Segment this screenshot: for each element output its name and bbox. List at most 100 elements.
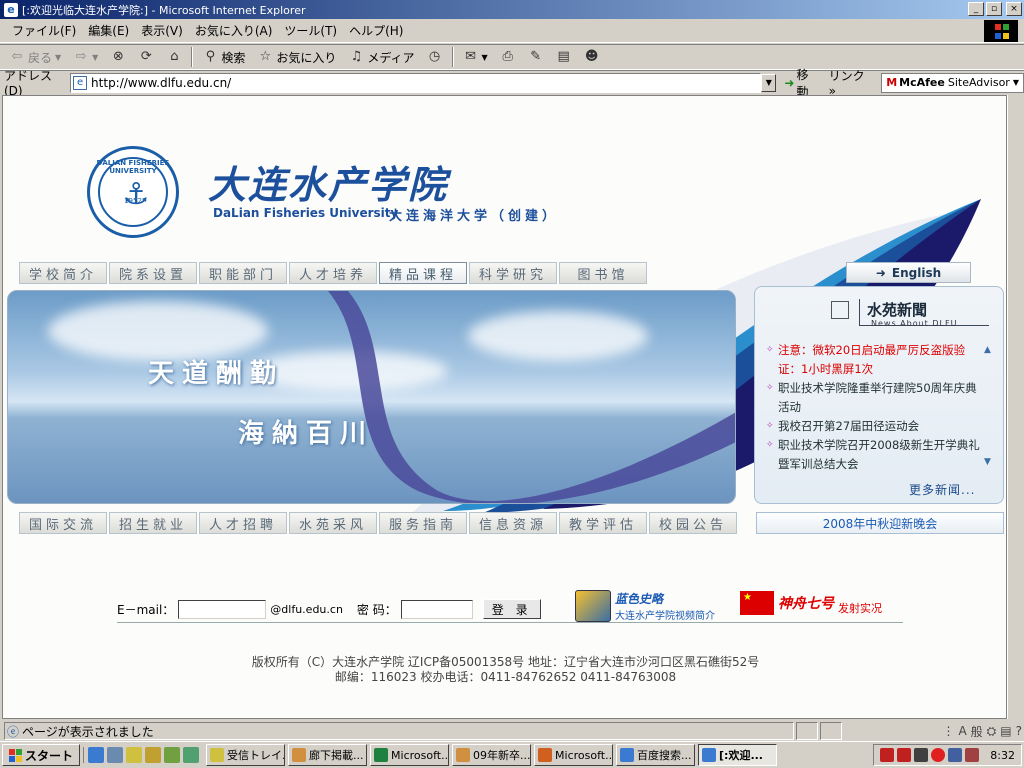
task-excel[interactable]: Microsoft... — [370, 744, 450, 766]
app-quicklaunch-icon[interactable] — [183, 747, 200, 763]
task-powerpoint[interactable]: Microsoft... — [534, 744, 614, 766]
messenger-button[interactable]: ☻ — [581, 49, 603, 65]
tray-app-icon[interactable] — [880, 748, 895, 762]
login-button[interactable]: 登 录 — [482, 599, 541, 619]
edit-icon: ✎ — [530, 49, 542, 64]
scroll-up-icon[interactable]: ▲ — [984, 345, 991, 355]
menu-tools[interactable]: ツール(T) — [278, 22, 343, 39]
favorites-button[interactable]: ☆ お気に入り — [254, 49, 339, 66]
task-new-graduates[interactable]: 09年新卒... — [452, 744, 532, 766]
mcafee-tray-icon[interactable] — [897, 748, 912, 762]
scroll-down-icon[interactable]: ▼ — [984, 457, 991, 467]
nav-campus-gallery[interactable]: 水苑采风 — [289, 512, 377, 534]
history-button[interactable]: ◷ — [424, 49, 446, 65]
minimize-button[interactable]: _ — [968, 2, 984, 16]
search-icon: ⚲ — [205, 49, 216, 64]
nav-announcements[interactable]: 校园公告 — [649, 512, 737, 534]
stop-button[interactable]: ⊗ — [107, 49, 129, 65]
desktop-quicklaunch-icon[interactable] — [126, 747, 143, 763]
app-quicklaunch-icon[interactable] — [145, 747, 162, 763]
address-label: アドレス(D) — [4, 69, 53, 98]
video-intro-link[interactable]: 蓝色史略 大连水产学院视频简介 — [575, 590, 715, 622]
nav-info-resources[interactable]: 信息资源 — [469, 512, 557, 534]
nav-teaching-eval[interactable]: 教学评估 — [559, 512, 647, 534]
folder-icon — [456, 748, 471, 762]
mail-button[interactable]: ✉ ▼ — [460, 49, 491, 65]
tray-app-icon[interactable] — [914, 748, 929, 762]
task-dlfu[interactable]: [:欢迎... — [698, 744, 778, 766]
media-button[interactable]: ♫ メディア — [345, 49, 417, 66]
tray-app-icon[interactable] — [965, 748, 980, 762]
mcafee-siteadvisor-button[interactable]: M McAfee SiteAdvisor ▼ — [881, 72, 1024, 93]
menu-view[interactable]: 表示(V) — [135, 22, 189, 39]
email-input[interactable] — [178, 599, 267, 619]
vertical-scrollbar[interactable] — [1007, 95, 1024, 719]
ie-quicklaunch-icon[interactable] — [88, 747, 105, 763]
edit-button[interactable]: ✎ — [525, 49, 547, 65]
nav-quality-courses[interactable]: 精品课程 — [379, 262, 467, 284]
news-item[interactable]: 我校召开第27届田径运动会 — [766, 417, 985, 436]
nav-library[interactable]: 图书馆 — [559, 262, 647, 284]
go-arrow-icon: ➜ — [784, 75, 795, 90]
address-input[interactable]: e http://www.dlfu.edu.cn/ — [70, 72, 762, 93]
cloud-decoration — [48, 301, 268, 361]
close-button[interactable]: × — [1006, 2, 1022, 16]
page-icon: e — [73, 75, 88, 90]
english-button[interactable]: ➜ English — [846, 262, 971, 283]
outlook-quicklaunch-icon[interactable] — [107, 747, 124, 763]
nav-international[interactable]: 国际交流 — [19, 512, 107, 534]
forward-button[interactable]: ⇨ ▼ — [70, 49, 101, 65]
launch-caption: 发射实况 — [838, 602, 882, 615]
task-label: 09年新卒... — [473, 749, 531, 762]
mid-autumn-gala-link[interactable]: 2008年中秋迎新晚会 — [756, 512, 1004, 534]
menu-favorites[interactable]: お気に入り(A) — [189, 22, 279, 39]
news-item[interactable]: 职业技术学院隆重举行建院50周年庆典活动 — [766, 379, 985, 417]
maximize-button[interactable]: ▫ — [986, 2, 1002, 16]
windows-flag-icon — [9, 748, 22, 762]
volume-icon[interactable] — [948, 748, 963, 762]
home-button[interactable]: ⌂ — [163, 49, 185, 65]
task-inbox[interactable]: 受信トレイ... — [206, 744, 286, 766]
window-title-bar[interactable]: e [:欢迎光临大连水产学院:] - Microsoft Internet Ex… — [0, 0, 1024, 19]
news-item[interactable]: 职业技术学院召开2008级新生开学典礼暨军训总结大会 — [766, 436, 985, 474]
discuss-button[interactable]: ▤ — [553, 49, 575, 65]
menu-help[interactable]: ヘルプ(H) — [343, 22, 409, 39]
ie-icon — [620, 748, 635, 762]
more-news-link[interactable]: 更多新闻... — [909, 481, 975, 498]
menu-edit[interactable]: 編集(E) — [82, 22, 135, 39]
app-quicklaunch-icon[interactable] — [164, 747, 181, 763]
print-button[interactable]: ⎙ — [497, 49, 519, 65]
login-divider — [117, 622, 903, 623]
window-title: [:欢迎光临大连水产学院:] - Microsoft Internet Expl… — [22, 3, 306, 17]
nav-service-guide[interactable]: 服务指南 — [379, 512, 467, 534]
start-button[interactable]: スタート — [2, 744, 81, 766]
nav-admin-offices[interactable]: 职能部门 — [199, 262, 287, 284]
nav-recruitment[interactable]: 人才招聘 — [199, 512, 287, 534]
nav-departments[interactable]: 院系设置 — [109, 262, 197, 284]
clock[interactable]: 8:32 — [990, 749, 1015, 762]
menu-file[interactable]: ファイル(F) — [6, 22, 82, 39]
tray-app-icon[interactable] — [931, 748, 946, 762]
links-button[interactable]: リンク » — [829, 67, 874, 98]
web-page: DALIAN FISHERIES UNIVERSITY ⚓ 1952 大连水产学… — [2, 95, 1007, 719]
refresh-button[interactable]: ⟳ — [135, 49, 157, 65]
chevron-down-icon: ▼ — [481, 52, 488, 62]
search-button[interactable]: ⚲ 検索 — [199, 49, 248, 66]
task-label: [:欢迎... — [719, 749, 763, 762]
nav-school-intro[interactable]: 学校简介 — [19, 262, 107, 284]
home-icon: ⌂ — [170, 49, 179, 64]
task-bulletin[interactable]: 廊下掲載... — [288, 744, 368, 766]
search-label: 検索 — [221, 50, 246, 65]
password-input[interactable] — [400, 599, 473, 619]
nav-admissions[interactable]: 招生就业 — [109, 512, 197, 534]
back-button[interactable]: ⇦ 戻る ▼ — [6, 49, 64, 66]
nav-talent-training[interactable]: 人才培养 — [289, 262, 377, 284]
shenzhou-launch-link[interactable]: 神舟七号 发射实况 — [740, 590, 882, 616]
nav-research[interactable]: 科学研究 — [469, 262, 557, 284]
ime-toolbar[interactable]: ⋮ A 般 ⛭ ▤ ? — [942, 721, 1022, 741]
university-emblem-logo[interactable]: DALIAN FISHERIES UNIVERSITY ⚓ 1952 — [87, 146, 179, 238]
news-item[interactable]: 注意：微软20日启动最严厉反盗版验证：1小时黑屏1次 — [766, 341, 985, 379]
task-baidu[interactable]: 百度搜索... — [616, 744, 696, 766]
status-cell — [796, 722, 818, 740]
address-dropdown-button[interactable]: ▼ — [761, 73, 777, 92]
